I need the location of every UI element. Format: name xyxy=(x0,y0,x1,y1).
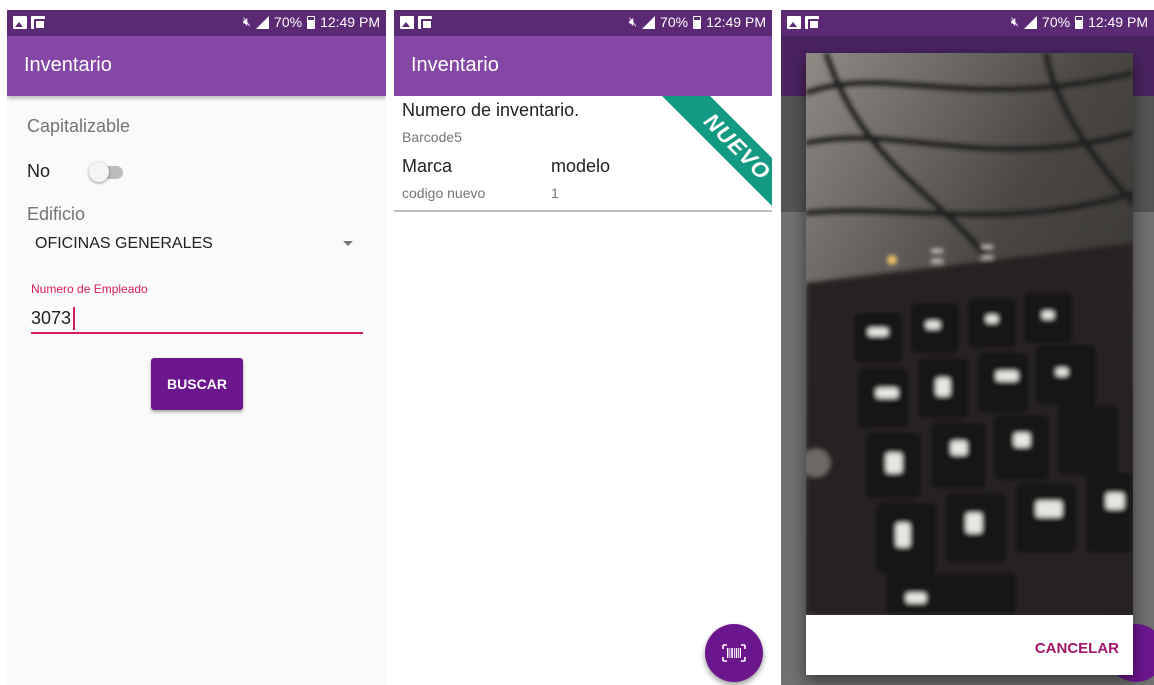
mute-icon: 🔇︎ xyxy=(1010,14,1020,29)
modelo-label: modelo xyxy=(551,156,611,176)
edificio-label: Edificio xyxy=(27,204,86,224)
battery-icon xyxy=(307,15,316,29)
app-notification-icon xyxy=(805,16,820,30)
empleado-floating-label: Numero de Empleado xyxy=(31,282,148,296)
signal-icon xyxy=(256,15,270,29)
status-bar: 🔇︎ 70% 12:49 PM xyxy=(781,10,1154,36)
app-notification-icon xyxy=(418,16,433,30)
switch-value-label: No xyxy=(27,161,51,181)
text-cursor xyxy=(73,307,75,330)
clock: 12:49 PM xyxy=(1088,14,1148,30)
marca-label: Marca xyxy=(402,156,453,176)
battery-percent: 70% xyxy=(1042,14,1071,30)
modelo-value: 1 xyxy=(551,185,559,201)
edificio-selected-value: OFICINAS GENERALES xyxy=(35,235,213,252)
marca-value: codigo nuevo xyxy=(402,185,486,201)
app-bar: Inventario xyxy=(7,36,386,96)
clock: 12:49 PM xyxy=(320,14,380,30)
app-title: Inventario xyxy=(24,54,112,76)
dropdown-arrow-icon xyxy=(343,241,353,246)
capitalizable-label: Capitalizable xyxy=(27,116,131,136)
gallery-notification-icon xyxy=(787,16,801,29)
battery-icon xyxy=(693,15,702,29)
status-bar: 🔇︎ 70% 12:49 PM xyxy=(7,10,386,36)
screen-search-form: 🔇︎ 70% 12:49 PM Inventario Capitalizable… xyxy=(7,10,386,685)
app-notification-icon xyxy=(31,16,46,30)
empleado-input[interactable] xyxy=(31,304,363,334)
screen-results: 🔇︎ 70% 12:49 PM Inventario Numero de inv… xyxy=(394,10,772,685)
app-title: Inventario xyxy=(411,54,499,76)
gallery-notification-icon xyxy=(13,16,27,29)
battery-percent: 70% xyxy=(274,14,303,30)
search-button[interactable]: BUSCAR xyxy=(151,358,243,410)
inventory-number-value: Barcode5 xyxy=(402,129,462,145)
switch-thumb xyxy=(89,162,109,182)
barcode-scan-icon xyxy=(722,644,746,662)
capitalizable-switch[interactable] xyxy=(89,161,125,183)
scan-barcode-button[interactable] xyxy=(705,624,763,682)
new-badge-ribbon: NUEVO xyxy=(657,96,772,210)
camera-feed-image xyxy=(806,53,1133,615)
inventory-number-label: Numero de inventario. xyxy=(402,100,580,120)
camera-preview xyxy=(806,53,1133,615)
inventory-card[interactable]: Numero de inventario. Barcode5 Marca cod… xyxy=(394,96,772,212)
edificio-dropdown[interactable]: OFICINAS GENERALES xyxy=(27,232,357,260)
gallery-notification-icon xyxy=(400,16,414,29)
clock: 12:49 PM xyxy=(706,14,766,30)
mute-icon: 🔇︎ xyxy=(628,14,638,29)
status-bar: 🔇︎ 70% 12:49 PM xyxy=(394,10,772,36)
battery-icon xyxy=(1075,15,1084,29)
signal-icon xyxy=(1024,15,1038,29)
scanner-dialog: CANCELAR xyxy=(806,53,1133,675)
mute-icon: 🔇︎ xyxy=(242,14,252,29)
screen-scanner-dialog: 🔇︎ 70% 12:49 PM CANCELAR xyxy=(781,10,1154,685)
cancel-button[interactable]: CANCELAR xyxy=(1035,640,1119,657)
battery-percent: 70% xyxy=(660,14,689,30)
signal-icon xyxy=(642,15,656,29)
app-bar: Inventario xyxy=(394,36,772,96)
